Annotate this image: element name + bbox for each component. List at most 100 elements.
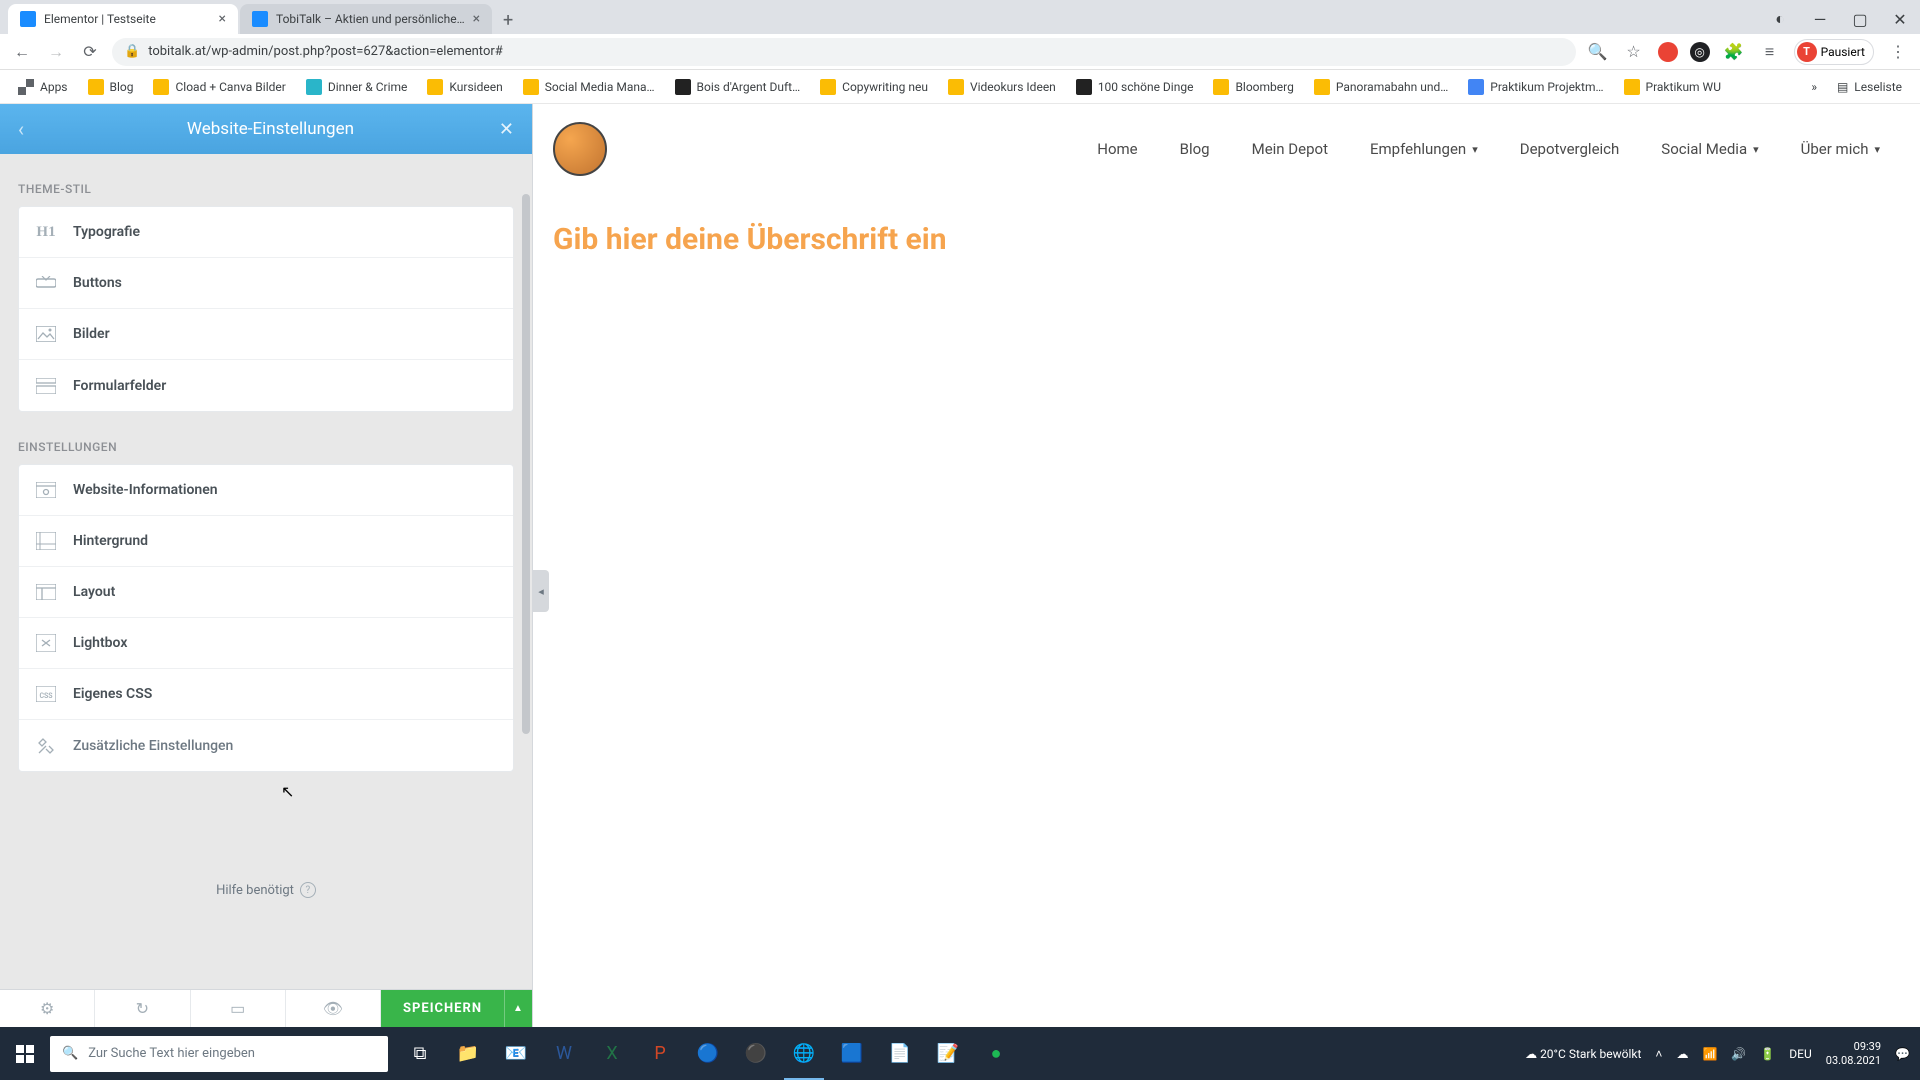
folder-icon	[1624, 79, 1640, 95]
start-button[interactable]	[0, 1027, 50, 1080]
excel-icon[interactable]: X	[588, 1027, 636, 1080]
bookmark[interactable]: 100 schöne Dinge	[1068, 75, 1202, 99]
settings-item-typografie[interactable]: H1 Typografie	[19, 207, 513, 258]
extension-icon[interactable]	[1658, 42, 1678, 62]
kebab-menu-icon[interactable]: ⋮	[1886, 40, 1910, 64]
settings-item-formularfelder[interactable]: Formularfelder	[19, 360, 513, 411]
tab-active[interactable]: Elementor | Testseite ×	[8, 4, 238, 34]
bookmark[interactable]: Kursideen	[419, 75, 510, 99]
footer-history-button[interactable]: ↻	[95, 990, 190, 1027]
weather-widget[interactable]: ☁ 20°C Stark bewölkt	[1525, 1047, 1641, 1061]
url-input[interactable]: 🔒 tobitalk.at/wp-admin/post.php?post=627…	[112, 38, 1576, 66]
bookmark[interactable]: Praktikum Projektm…	[1460, 75, 1611, 99]
clock[interactable]: 09:39 03.08.2021	[1826, 1040, 1881, 1066]
nav-item-home[interactable]: Home	[1097, 140, 1137, 158]
footer-preview-button[interactable]: 👁	[286, 990, 381, 1027]
help-link[interactable]: Hilfe benötigt ?	[18, 882, 514, 898]
scrollbar-thumb[interactable]	[522, 194, 530, 734]
star-icon[interactable]: ☆	[1622, 40, 1646, 64]
settings-item-layout[interactable]: Layout	[19, 567, 513, 618]
settings-item-zusaetzliche[interactable]: Zusätzliche Einstellungen	[19, 720, 513, 771]
wifi-icon[interactable]: 📶	[1702, 1047, 1717, 1061]
page-heading[interactable]: Gib hier deine Überschrift ein	[533, 222, 1920, 257]
bookmark[interactable]: Blog	[80, 75, 142, 99]
nav-item-depot[interactable]: Mein Depot	[1252, 140, 1328, 158]
settings-item-buttons[interactable]: Buttons	[19, 258, 513, 309]
profile-badge[interactable]: T Pausiert	[1794, 39, 1874, 65]
extensions-menu-icon[interactable]: 🧩	[1722, 40, 1746, 64]
bookmark[interactable]: Videokurs Ideen	[940, 75, 1064, 99]
bookmarks-overflow[interactable]: »	[1811, 80, 1817, 94]
word-icon[interactable]: W	[540, 1027, 588, 1080]
nav-item-depotvergleich[interactable]: Depotvergleich	[1520, 140, 1620, 158]
nav-item-blog[interactable]: Blog	[1180, 140, 1210, 158]
forward-button[interactable]: →	[44, 40, 68, 64]
reload-button[interactable]: ⟳	[78, 40, 102, 64]
settings-item-eigenes-css[interactable]: CSS Eigenes CSS	[19, 669, 513, 720]
bookmark[interactable]: Bloomberg	[1205, 75, 1301, 99]
zoom-icon[interactable]: 🔍	[1586, 40, 1610, 64]
profile-status: Pausiert	[1821, 45, 1865, 59]
app-icon[interactable]: 📄	[876, 1027, 924, 1080]
spotify-icon[interactable]: ●	[972, 1027, 1020, 1080]
taskbar-search[interactable]: 🔍 Zur Suche Text hier eingeben	[50, 1036, 388, 1072]
powerpoint-icon[interactable]: P	[636, 1027, 684, 1080]
site-logo[interactable]	[553, 122, 607, 176]
battery-icon[interactable]: 🔋	[1760, 1047, 1775, 1061]
notepad-icon[interactable]: 📝	[924, 1027, 972, 1080]
obs-icon[interactable]: ⚫	[732, 1027, 780, 1080]
close-icon[interactable]: ×	[219, 11, 226, 27]
bookmark[interactable]: Social Media Mana…	[515, 75, 663, 99]
back-button[interactable]: ←	[10, 40, 34, 64]
nav-item-ueber-mich[interactable]: Über mich	[1801, 140, 1880, 158]
extension-icon[interactable]: ◎	[1690, 42, 1710, 62]
settings-item-website-info[interactable]: Website-Informationen	[19, 465, 513, 516]
css-icon: CSS	[35, 683, 57, 705]
panel-collapse-handle[interactable]: ◂	[533, 570, 549, 612]
notifications-icon[interactable]: 💬	[1895, 1047, 1910, 1061]
task-view-icon[interactable]: ⧉	[396, 1027, 444, 1080]
close-icon[interactable]: ✕	[499, 119, 514, 140]
explorer-icon[interactable]: 📁	[444, 1027, 492, 1080]
new-tab-button[interactable]: +	[494, 6, 522, 34]
apps-icon	[18, 79, 34, 95]
bookmark[interactable]: Copywriting neu	[812, 75, 936, 99]
tray-chevron-icon[interactable]: ˄	[1655, 1047, 1662, 1061]
tab-inactive[interactable]: TobiTalk – Aktien und persönliche… ×	[240, 4, 492, 34]
app-icon[interactable]: 🔵	[684, 1027, 732, 1080]
footer-settings-button[interactable]: ⚙	[0, 990, 95, 1027]
minimize-button[interactable]: —	[1800, 4, 1840, 34]
info-icon	[35, 479, 57, 501]
reading-list-button[interactable]: ▤Leseliste	[1829, 76, 1910, 98]
language-indicator[interactable]: DEU	[1789, 1047, 1811, 1061]
mail-icon[interactable]: 📧	[492, 1027, 540, 1080]
incognito-icon[interactable]: ◐	[1760, 4, 1800, 34]
bookmark[interactable]: Praktikum WU	[1616, 75, 1729, 99]
panel-header: ‹ Website-Einstellungen ✕	[0, 104, 532, 154]
settings-item-hintergrund[interactable]: Hintergrund	[19, 516, 513, 567]
onedrive-icon[interactable]: ☁	[1676, 1047, 1688, 1061]
bookmark-apps[interactable]: Apps	[10, 75, 76, 99]
bookmark[interactable]: Panoramabahn und…	[1306, 75, 1456, 99]
edge-icon[interactable]: 🟦	[828, 1027, 876, 1080]
list-icon: ▤	[1837, 80, 1848, 94]
maximize-button[interactable]: ▢	[1840, 4, 1880, 34]
save-button[interactable]: SPEICHERN ▲	[381, 990, 532, 1027]
close-window-button[interactable]: ✕	[1880, 4, 1920, 34]
close-icon[interactable]: ×	[473, 11, 480, 27]
caret-up-icon[interactable]: ▲	[504, 990, 532, 1027]
bookmark[interactable]: Cload + Canva Bilder	[145, 75, 293, 99]
chrome-icon[interactable]: 🌐	[780, 1027, 828, 1080]
settings-item-lightbox[interactable]: Lightbox	[19, 618, 513, 669]
item-label: Zusätzliche Einstellungen	[73, 738, 233, 754]
back-icon[interactable]: ‹	[18, 117, 42, 141]
settings-item-bilder[interactable]: Bilder	[19, 309, 513, 360]
nav-item-empfehlungen[interactable]: Empfehlungen	[1370, 140, 1478, 158]
reading-list-icon[interactable]: ≡	[1758, 40, 1782, 64]
bookmark[interactable]: Bois d'Argent Duft…	[667, 75, 809, 99]
volume-icon[interactable]: 🔊	[1731, 1047, 1746, 1061]
windows-icon	[16, 1045, 34, 1063]
bookmark[interactable]: Dinner & Crime	[298, 75, 416, 99]
footer-responsive-button[interactable]: ▭	[191, 990, 286, 1027]
nav-item-social[interactable]: Social Media	[1661, 140, 1758, 158]
